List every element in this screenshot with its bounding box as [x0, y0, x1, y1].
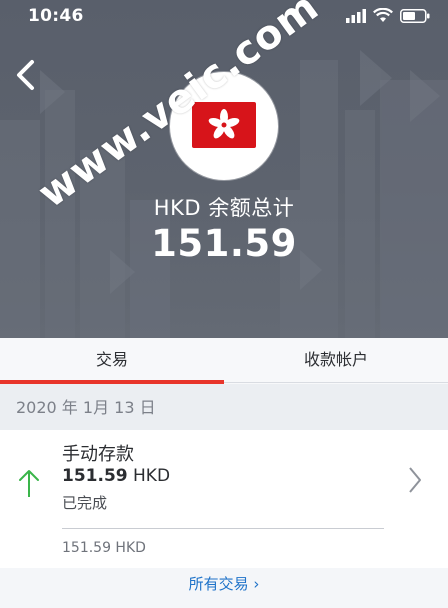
hong-kong-flag-icon: [192, 102, 256, 148]
balance-header: 10:46 HKD 余额总计 151.59: [0, 0, 448, 338]
transaction-title: 手动存款: [62, 444, 134, 465]
transaction-currency: HKD: [133, 466, 171, 486]
transaction-divider: [62, 528, 384, 529]
all-transactions-link[interactable]: 所有交易 ›: [0, 568, 448, 608]
status-time: 10:46: [28, 6, 84, 26]
transaction-secondary-amount: 151.59 HKD: [62, 540, 146, 556]
status-bar: 10:46: [0, 0, 448, 36]
tab-divider: [224, 382, 448, 383]
back-button[interactable]: [12, 58, 42, 92]
currency-badge: [170, 72, 278, 180]
transaction-amount: 151.59 HKD: [62, 466, 170, 486]
tab-receiving-accounts[interactable]: 收款帐户: [224, 338, 448, 384]
signal-icon: [346, 8, 366, 23]
arrow-up-icon: [19, 470, 39, 497]
back-chevron-icon: [17, 60, 34, 90]
wifi-icon: [373, 8, 393, 22]
battery-icon: [400, 8, 430, 23]
balance-label: HKD 余额总计: [153, 196, 295, 220]
tab-transactions[interactable]: 交易: [0, 338, 224, 384]
transaction-status: 已完成: [62, 494, 108, 512]
chevron-right-icon: [409, 467, 421, 493]
balance-amount: 151.59: [151, 222, 297, 265]
date-header: 2020 年 1月 13 日: [0, 384, 448, 430]
tab-bar: 交易 收款帐户: [0, 338, 448, 384]
status-icons: [346, 8, 430, 23]
transaction-item[interactable]: 手动存款 151.59 HKD 已完成 151.59 HKD: [0, 430, 448, 568]
transaction-amount-value: 151.59: [62, 466, 128, 486]
